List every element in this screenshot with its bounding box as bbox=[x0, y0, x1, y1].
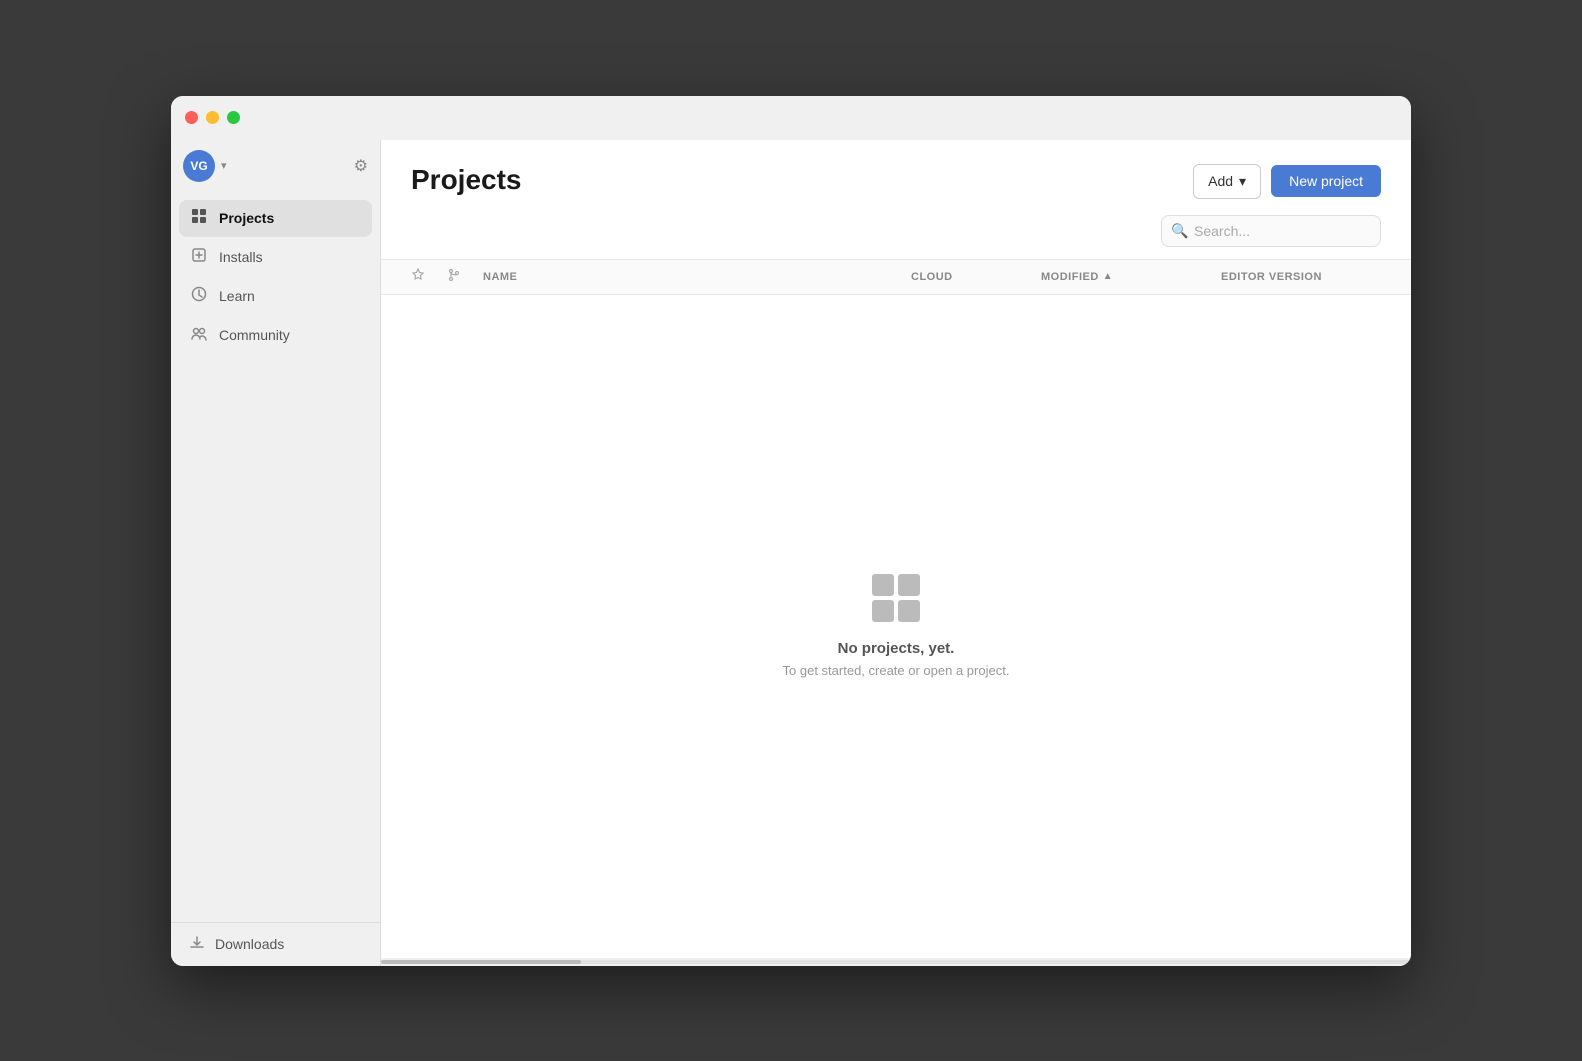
downloads-item[interactable]: Downloads bbox=[189, 935, 362, 954]
add-dropdown-arrow: ▾ bbox=[1239, 173, 1246, 190]
downloads-icon bbox=[189, 935, 205, 954]
downloads-label: Downloads bbox=[215, 936, 284, 952]
empty-icon bbox=[872, 574, 920, 622]
projects-icon bbox=[189, 208, 209, 229]
traffic-lights bbox=[185, 111, 240, 124]
sidebar-item-label-projects: Projects bbox=[219, 210, 274, 226]
sidebar-item-learn[interactable]: Learn bbox=[179, 278, 372, 315]
avatar: VG bbox=[183, 150, 215, 182]
sidebar-item-label-installs: Installs bbox=[219, 249, 263, 265]
sidebar-item-label-learn: Learn bbox=[219, 288, 255, 304]
empty-icon-cell-2 bbox=[898, 574, 920, 596]
sidebar-nav: Projects Installs bbox=[171, 200, 380, 922]
search-input[interactable] bbox=[1161, 215, 1381, 247]
search-bar-row: 🔍 bbox=[381, 215, 1411, 259]
add-button[interactable]: Add ▾ bbox=[1193, 164, 1261, 199]
settings-icon[interactable]: ⚙ bbox=[354, 156, 368, 176]
minimize-button[interactable] bbox=[206, 111, 219, 124]
new-project-button[interactable]: New project bbox=[1271, 165, 1381, 197]
maximize-button[interactable] bbox=[227, 111, 240, 124]
user-section[interactable]: VG ▾ bbox=[183, 150, 227, 182]
scrollbar-area bbox=[381, 958, 1411, 966]
sidebar: VG ▾ ⚙ Projects bbox=[171, 140, 381, 966]
sidebar-item-community[interactable]: Community bbox=[179, 317, 372, 354]
empty-icon-cell-1 bbox=[872, 574, 894, 596]
titlebar bbox=[171, 96, 1411, 140]
app-window: VG ▾ ⚙ Projects bbox=[171, 96, 1411, 966]
empty-state-subtitle: To get started, create or open a project… bbox=[783, 663, 1010, 678]
empty-state-title: No projects, yet. bbox=[838, 640, 955, 657]
sidebar-item-label-community: Community bbox=[219, 327, 290, 343]
sidebar-item-installs[interactable]: Installs bbox=[179, 239, 372, 276]
sidebar-bottom: Downloads bbox=[171, 922, 380, 966]
scrollbar-track bbox=[381, 960, 1411, 964]
scrollbar-thumb[interactable] bbox=[381, 960, 581, 964]
col-name-header: NAME bbox=[483, 271, 911, 283]
search-container: 🔍 bbox=[1161, 215, 1381, 247]
col-modified-header[interactable]: MODIFIED ▲ bbox=[1041, 271, 1221, 283]
table-header: NAME CLOUD MODIFIED ▲ EDITOR VERSION bbox=[381, 259, 1411, 295]
main-header: Projects Add ▾ New project bbox=[381, 140, 1411, 215]
user-dropdown-arrow[interactable]: ▾ bbox=[221, 159, 227, 172]
sidebar-top: VG ▾ ⚙ bbox=[171, 140, 380, 192]
search-icon: 🔍 bbox=[1171, 222, 1188, 239]
learn-icon bbox=[189, 286, 209, 307]
col-branch bbox=[447, 268, 483, 285]
community-icon bbox=[189, 325, 209, 346]
close-button[interactable] bbox=[185, 111, 198, 124]
header-actions: Add ▾ New project bbox=[1193, 164, 1381, 199]
empty-state: No projects, yet. To get started, create… bbox=[381, 295, 1411, 958]
installs-icon bbox=[189, 247, 209, 268]
page-title: Projects bbox=[411, 164, 522, 196]
col-cloud-header: CLOUD bbox=[911, 271, 1041, 283]
col-editor-header: EDITOR VERSION bbox=[1221, 271, 1381, 283]
sort-arrow: ▲ bbox=[1103, 271, 1113, 282]
app-body: VG ▾ ⚙ Projects bbox=[171, 140, 1411, 966]
main-content: Projects Add ▾ New project 🔍 bbox=[381, 140, 1411, 966]
empty-icon-cell-4 bbox=[898, 600, 920, 622]
empty-icon-cell-3 bbox=[872, 600, 894, 622]
sidebar-item-projects[interactable]: Projects bbox=[179, 200, 372, 237]
col-star[interactable] bbox=[411, 268, 447, 285]
